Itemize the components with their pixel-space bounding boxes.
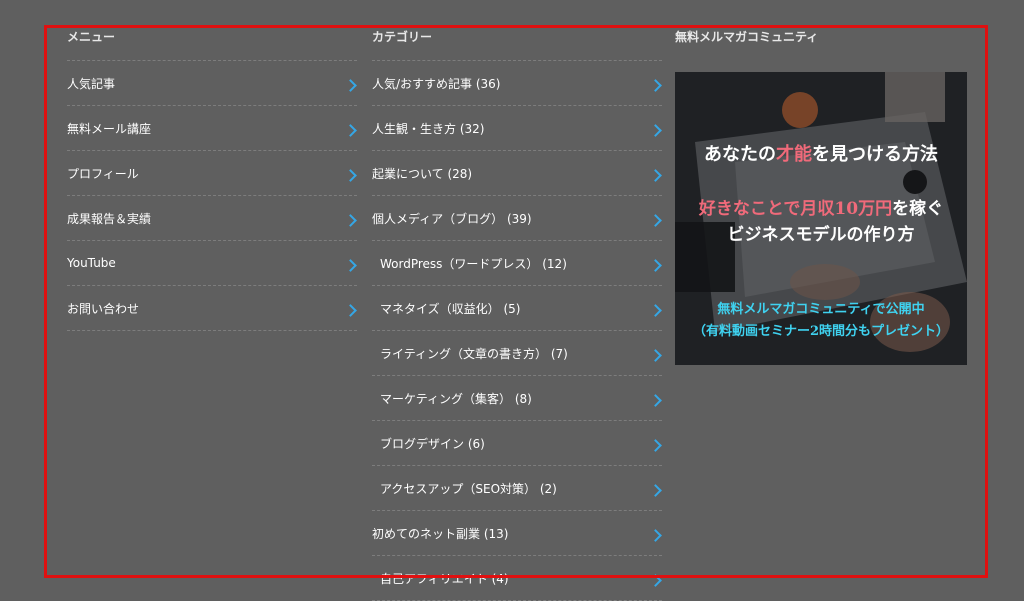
menu-column: メニュー 人気記事無料メール講座 プロフィール 成果報告＆実績 YouTube お問い合… xyxy=(67,26,357,331)
banner-line-1-pre: あなたの xyxy=(704,144,776,165)
chevron-right-icon xyxy=(649,574,662,587)
list-item-label: 人気/おすすめ記事 (36) xyxy=(372,76,501,91)
list-item[interactable]: 自己アフィリエイト (4) xyxy=(372,556,662,601)
list-item-label: ライティング（文章の書き方） (7) xyxy=(380,346,568,361)
banner-line-5: （有料動画セミナー2時間分もプレゼント） xyxy=(692,324,950,339)
list-item[interactable]: マネタイズ（収益化） (5) xyxy=(372,286,662,331)
chevron-right-icon xyxy=(649,484,662,497)
chevron-right-icon xyxy=(649,169,662,182)
list-item-label: 自己アフィリエイト (4) xyxy=(380,571,509,586)
banner-line-4: 無料メルマガコミュニティで公開中 xyxy=(717,302,925,317)
chevron-right-icon xyxy=(344,214,357,227)
chevron-right-icon xyxy=(649,259,662,272)
banner-line-2: 好きなことで月収10万円を稼ぐ xyxy=(675,194,967,219)
chevron-right-icon xyxy=(649,349,662,362)
list-item[interactable]: 成果報告＆実績 xyxy=(67,196,357,241)
list-item[interactable]: 起業について (28) xyxy=(372,151,662,196)
magazine-banner[interactable]: あなたの才能を見つける方法 好きなことで月収10万円を稼ぐ ビジネスモデルの作り… xyxy=(675,72,967,365)
list-item-label: マネタイズ（収益化） (5) xyxy=(380,301,521,316)
chevron-right-icon xyxy=(649,439,662,452)
list-item[interactable]: ブログデザイン (6) xyxy=(372,421,662,466)
list-item-label: プロフィール xyxy=(67,166,139,181)
list-item[interactable]: 人生観・生き方 (32) xyxy=(372,106,662,151)
list-item-label: 初めてのネット副業 (13) xyxy=(372,526,509,541)
list-item-label: WordPress（ワードプレス） (12) xyxy=(380,256,567,271)
list-item-label: アクセスアップ（SEO対策） (2) xyxy=(380,481,557,496)
banner-line-1: あなたの才能を見つける方法 xyxy=(675,140,967,166)
list-item[interactable]: 個人メディア（ブログ） (39) xyxy=(372,196,662,241)
list-item[interactable]: 無料メール講座 xyxy=(67,106,357,151)
chevron-right-icon xyxy=(649,394,662,407)
category-column: カテゴリー 人気/おすすめ記事 (36) 人生観・生き方 (32) 起業について (… xyxy=(372,26,662,601)
list-item-label: YouTube xyxy=(67,256,116,270)
list-item[interactable]: YouTube xyxy=(67,241,357,286)
list-item-label: 人気記事 xyxy=(67,76,116,91)
chevron-right-icon xyxy=(649,124,662,137)
menu-list: 人気記事無料メール講座 プロフィール 成果報告＆実績 YouTube お問い合わせ xyxy=(67,61,357,331)
chevron-right-icon xyxy=(649,214,662,227)
list-item[interactable]: ライティング（文章の書き方） (7) xyxy=(372,331,662,376)
list-item[interactable]: 初めてのネット副業 (13) xyxy=(372,511,662,556)
list-item[interactable]: 人気/おすすめ記事 (36) xyxy=(372,61,662,106)
list-item[interactable]: お問い合わせ xyxy=(67,286,357,331)
chevron-right-icon xyxy=(344,259,357,272)
category-list: 人気/おすすめ記事 (36) 人生観・生き方 (32) 起業について (28) 個人メ… xyxy=(372,61,662,601)
banner-line-2-highlight: 好きなことで月収10万円 xyxy=(698,199,893,219)
chevron-right-icon xyxy=(344,79,357,92)
list-item-label: 人生観・生き方 (32) xyxy=(372,121,485,136)
magazine-title: 無料メルマガコミュニティ xyxy=(675,30,819,44)
list-item-label: 無料メール講座 xyxy=(67,121,152,136)
list-item-label: ブログデザイン (6) xyxy=(380,436,485,451)
magazine-column: 無料メルマガコミュニティ あなたの才能を見つける方法 好きなことで月収10万円を… xyxy=(675,26,967,365)
list-item[interactable]: WordPress（ワードプレス） (12) xyxy=(372,241,662,286)
chevron-right-icon xyxy=(344,169,357,182)
chevron-right-icon xyxy=(649,304,662,317)
banner-line-3: ビジネスモデルの作り方 xyxy=(727,225,915,245)
list-item-label: 成果報告＆実績 xyxy=(67,211,152,226)
list-item-label: お問い合わせ xyxy=(67,301,140,316)
menu-title: メニュー xyxy=(67,26,357,61)
chevron-right-icon xyxy=(344,304,357,317)
list-item-label: 起業について (28) xyxy=(372,166,473,181)
list-item-label: マーケティング（集客） (8) xyxy=(380,391,532,406)
list-item[interactable]: マーケティング（集客） (8) xyxy=(372,376,662,421)
list-item[interactable]: アクセスアップ（SEO対策） (2) xyxy=(372,466,662,511)
list-item[interactable]: プロフィール xyxy=(67,151,357,196)
banner-line-1-highlight: 才能 xyxy=(776,144,812,165)
banner-line-1-post: を見つける方法 xyxy=(812,144,938,165)
banner-line-2-post: を稼ぐ xyxy=(892,199,944,219)
list-item-label: 個人メディア（ブログ） (39) xyxy=(372,211,532,226)
list-item[interactable]: 人気記事 xyxy=(67,61,357,106)
chevron-right-icon xyxy=(344,124,357,137)
category-title: カテゴリー xyxy=(372,26,662,61)
chevron-right-icon xyxy=(649,79,662,92)
chevron-right-icon xyxy=(649,529,662,542)
